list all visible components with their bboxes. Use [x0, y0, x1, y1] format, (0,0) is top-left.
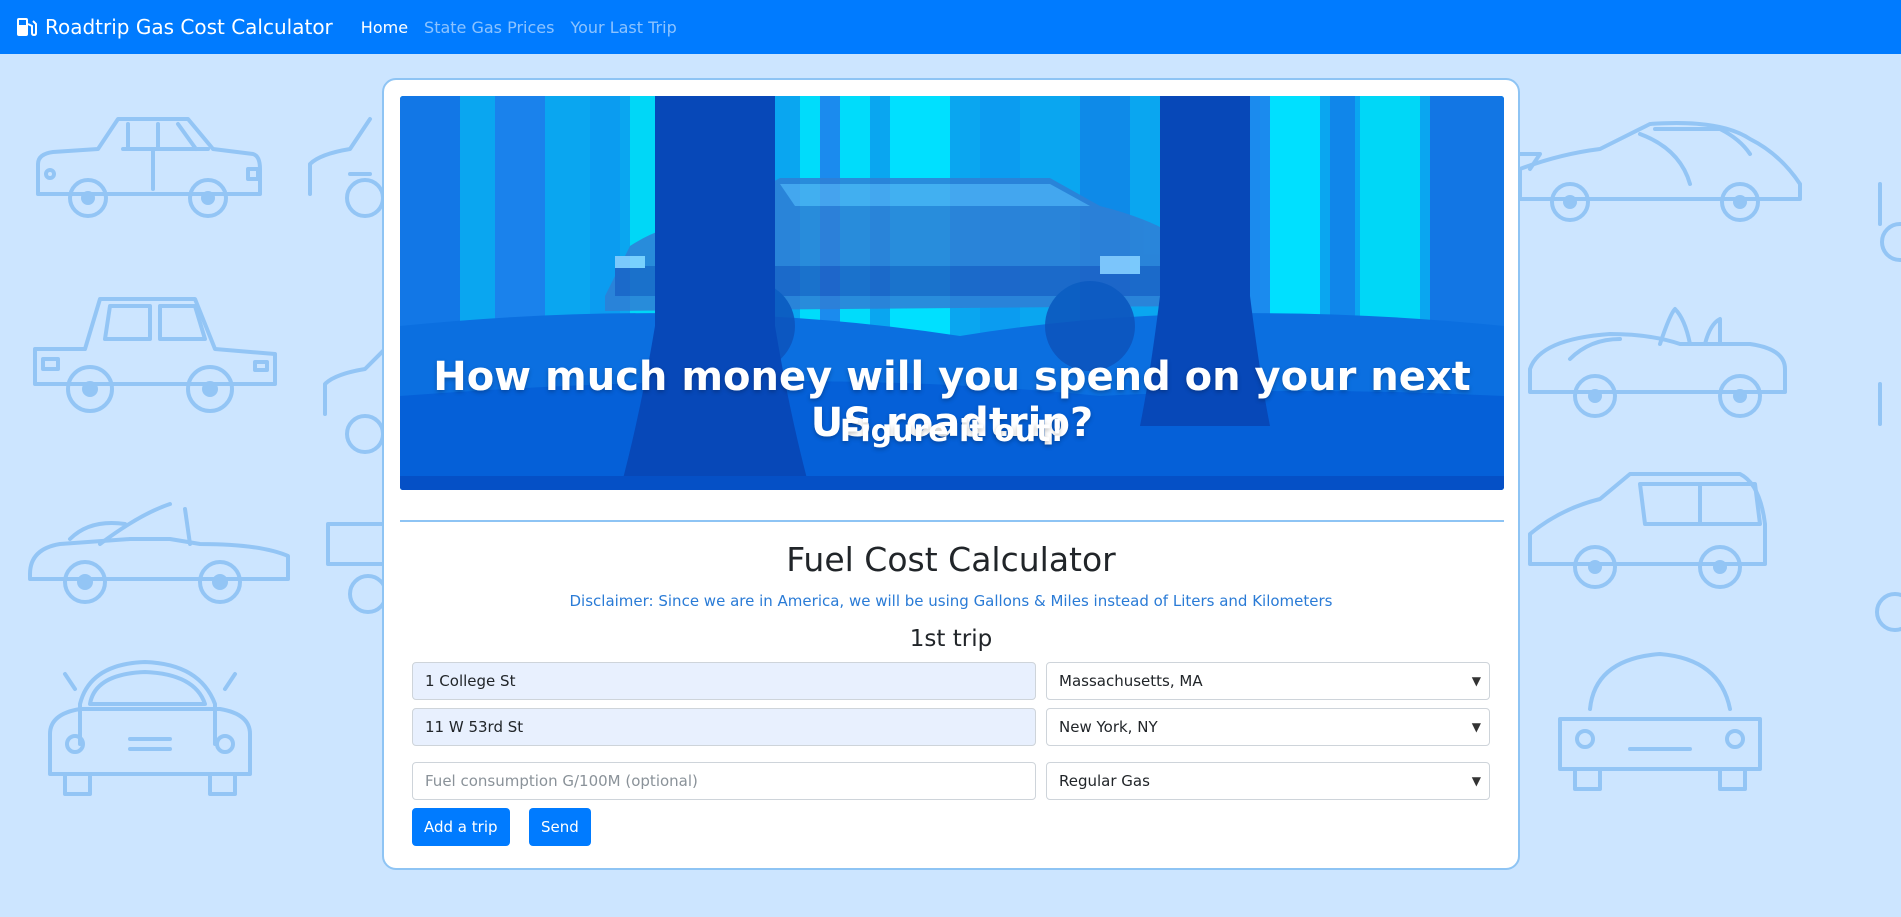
car-icon — [1558, 652, 1762, 791]
nav-state-gas-prices[interactable]: State Gas Prices — [424, 18, 554, 37]
navbar: Roadtrip Gas Cost Calculator Home State … — [0, 0, 1901, 54]
chevron-down-icon: ▼ — [1471, 774, 1481, 788]
car-icon — [308, 117, 385, 218]
trip-label: 1st trip — [909, 626, 993, 652]
divider — [400, 520, 1504, 522]
destination-state-value: New York, NY — [1059, 718, 1158, 736]
fuel-type-select[interactable]: Regular Gas ▼ — [1046, 762, 1490, 800]
chevron-down-icon: ▼ — [1471, 674, 1481, 688]
disclaimer-text: Disclaimer: Since we are in America, we … — [569, 592, 1333, 610]
car-icon — [326, 522, 390, 614]
car-icon — [323, 347, 387, 454]
send-button[interactable]: Send — [529, 808, 591, 846]
car-icon — [36, 117, 262, 218]
destination-state-select[interactable]: New York, NY ▼ — [1046, 708, 1490, 746]
chevron-down-icon: ▼ — [1471, 720, 1481, 734]
origin-address-input[interactable]: 1 College St — [412, 662, 1036, 700]
nav-your-last-trip[interactable]: Your Last Trip — [570, 18, 676, 37]
car-icon — [28, 502, 290, 604]
fuel-consumption-input[interactable]: Fuel consumption G/100M (optional) — [412, 762, 1036, 800]
nav-home[interactable]: Home — [361, 18, 408, 37]
hero-banner: How much money will you spend on your ne… — [400, 96, 1504, 490]
car-icon — [1528, 307, 1787, 418]
gas-pump-icon — [17, 18, 37, 37]
hero-subtitle: Figure it out! — [839, 414, 1065, 449]
main-card: How much money will you spend on your ne… — [382, 78, 1520, 870]
car-icon — [1875, 592, 1901, 632]
origin-state-select[interactable]: Massachusetts, MA ▼ — [1046, 662, 1490, 700]
car-icon — [1878, 182, 1901, 262]
car-icon — [33, 297, 277, 413]
destination-address-input[interactable]: 11 W 53rd St — [412, 708, 1036, 746]
add-trip-button[interactable]: Add a trip — [412, 808, 510, 846]
calculator-title: Fuel Cost Calculator — [786, 540, 1116, 579]
car-icon — [1513, 121, 1802, 222]
brand-link[interactable]: Roadtrip Gas Cost Calculator — [15, 15, 333, 39]
brand-text: Roadtrip Gas Cost Calculator — [45, 15, 333, 39]
origin-state-value: Massachusetts, MA — [1059, 672, 1203, 690]
fuel-type-value: Regular Gas — [1059, 772, 1150, 790]
car-icon — [1528, 472, 1767, 589]
car-icon — [48, 660, 252, 796]
